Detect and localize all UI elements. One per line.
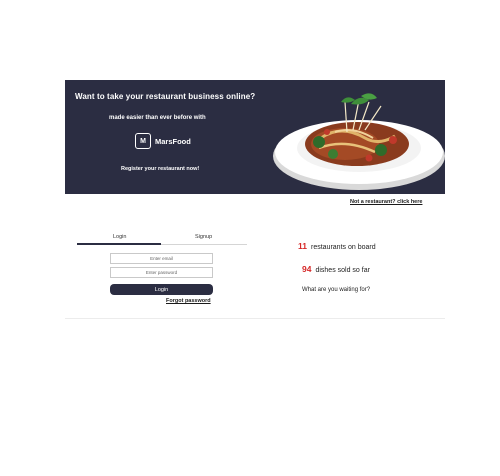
dishes-stat: 94 dishes sold so far	[302, 264, 370, 274]
restaurants-count: 11	[298, 241, 307, 251]
restaurants-label: restaurants on board	[311, 244, 376, 251]
dishes-count: 94	[302, 264, 312, 274]
tab-login[interactable]: Login	[113, 234, 126, 240]
hero-subtitle: made easier than ever before with	[109, 115, 206, 121]
active-tab-indicator	[77, 243, 161, 245]
forgot-password-link[interactable]: Forgot password	[166, 298, 211, 304]
page-divider	[65, 318, 445, 319]
dishes-label: dishes sold so far	[315, 267, 370, 274]
tab-signup[interactable]: Signup	[195, 234, 212, 240]
register-restaurant-text: Register your restaurant now!	[121, 166, 200, 172]
brand: M MarsFood	[135, 133, 191, 149]
cta-text: What are you waiting for?	[302, 287, 371, 293]
password-field[interactable]	[110, 267, 213, 278]
hero-banner: Want to take your restaurant business on…	[65, 80, 445, 194]
restaurants-stat: 11 restaurants on board	[298, 241, 376, 251]
hero-title: Want to take your restaurant business on…	[75, 92, 256, 101]
not-restaurant-link[interactable]: Not a restaurant? click here	[350, 199, 422, 205]
dish-image	[273, 93, 445, 190]
email-field[interactable]	[110, 253, 213, 264]
auth-tabs: Login Signup	[77, 234, 247, 246]
brand-name: MarsFood	[155, 136, 191, 146]
marsfood-logo-icon: M	[135, 133, 151, 149]
login-button[interactable]: Login	[110, 284, 213, 295]
